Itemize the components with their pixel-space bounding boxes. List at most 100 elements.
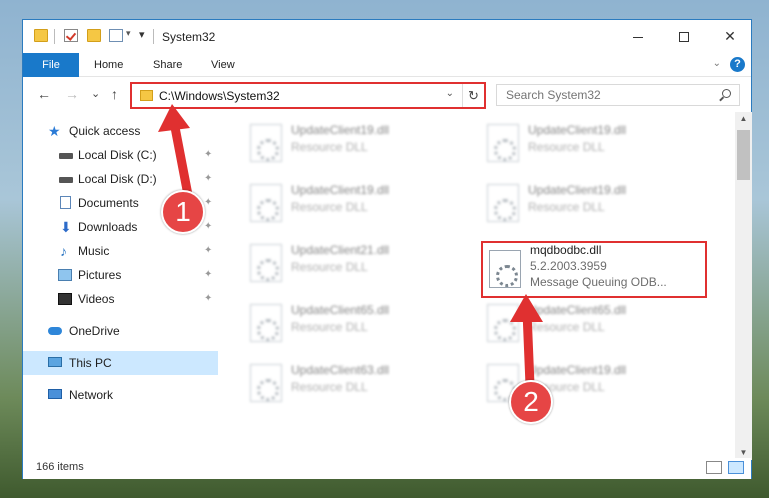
dll-file-icon — [250, 184, 282, 222]
search-input[interactable] — [497, 85, 707, 105]
folder-icon[interactable] — [34, 29, 48, 42]
item-count: 166 items — [36, 461, 84, 473]
ribbon-tabs: File Home Share View ⌄ ? — [23, 53, 751, 77]
help-icon[interactable]: ? — [730, 57, 745, 72]
sidebar-item-label: Network — [69, 388, 114, 402]
pin-icon[interactable]: ✦ — [204, 167, 212, 191]
expand-ribbon-icon[interactable]: ⌄ — [713, 58, 721, 69]
separator — [153, 29, 154, 44]
tab-share[interactable]: Share — [141, 53, 194, 77]
up-button[interactable]: ↑ — [111, 86, 118, 102]
new-folder-icon[interactable] — [87, 29, 101, 42]
videos-icon — [58, 293, 72, 305]
refresh-button[interactable]: ↻ — [462, 84, 484, 107]
forward-button[interactable]: → — [65, 86, 79, 102]
pin-icon[interactable]: ✦ — [204, 263, 212, 287]
file-tile[interactable]: UpdateClient63.dll Resource DLL — [244, 358, 474, 408]
file-name: UpdateClient21.dll — [291, 243, 390, 257]
maximize-button[interactable] — [661, 20, 707, 53]
file-tile[interactable]: UpdateClient19.dll Resource DLL — [244, 118, 474, 168]
address-row: ← → ⌄ ↑ C:\Windows\System32 ⌄ ↻ — [23, 78, 751, 112]
file-name: UpdateClient19.dll — [291, 183, 390, 197]
search-icon[interactable] — [722, 89, 731, 98]
pin-icon[interactable]: ✦ — [204, 239, 212, 263]
sidebar-item-this-pc[interactable]: This PC — [23, 351, 218, 375]
pin-icon[interactable]: ✦ — [204, 143, 212, 167]
file-tile[interactable]: UpdateClient65.dll Resource DLL — [481, 298, 711, 348]
quick-access-dropdown-icon[interactable]: ▾ — [139, 28, 145, 41]
chevron-down-icon[interactable]: ⌄ — [446, 88, 454, 99]
file-tile[interactable]: UpdateClient19.dll Resource DLL — [481, 118, 711, 168]
file-tile[interactable]: UpdateClient19.dll Resource DLL — [481, 178, 711, 228]
customize-view-icon[interactable] — [109, 29, 123, 42]
address-bar[interactable]: C:\Windows\System32 ⌄ ↻ — [130, 82, 486, 109]
details-view-icon[interactable] — [706, 461, 722, 474]
window-title: System32 — [162, 30, 216, 44]
minimize-button[interactable] — [615, 20, 661, 53]
tab-view[interactable]: View — [199, 53, 247, 77]
dll-file-icon — [250, 364, 282, 402]
separator — [54, 29, 55, 44]
file-tile[interactable]: UpdateClient65.dll Resource DLL — [244, 298, 474, 348]
sidebar-item-label: Pictures — [78, 268, 122, 282]
sidebar-item-quick-access[interactable]: ★ Quick access — [23, 119, 218, 143]
dll-file-icon — [487, 184, 519, 222]
pin-icon[interactable]: ✦ — [204, 215, 212, 239]
sidebar-item-label: OneDrive — [69, 324, 120, 338]
onedrive-icon — [48, 327, 62, 335]
file-type: Resource DLL — [291, 260, 368, 274]
vertical-scrollbar[interactable]: ▲ ▼ — [735, 112, 752, 460]
navigation-pane: ★ Quick access Local Disk (C:) ✦ Local D… — [23, 112, 218, 452]
sidebar-item-label: Documents — [78, 196, 139, 210]
sidebar-item-local-disk-d[interactable]: Local Disk (D:) ✦ — [23, 167, 218, 191]
sidebar-item-onedrive[interactable]: OneDrive — [23, 319, 218, 343]
address-path[interactable]: C:\Windows\System32 — [159, 89, 280, 103]
download-icon: ⬇ — [60, 219, 72, 235]
scroll-up-icon[interactable]: ▲ — [735, 112, 752, 126]
file-name: UpdateClient65.dll — [291, 303, 390, 317]
sidebar-item-local-disk-c[interactable]: Local Disk (C:) ✦ — [23, 143, 218, 167]
file-type: Resource DLL — [528, 140, 605, 154]
minimize-icon — [633, 36, 643, 38]
file-tile[interactable]: UpdateClient21.dll Resource DLL — [244, 238, 474, 288]
tiles-view-icon[interactable] — [728, 461, 744, 474]
scroll-thumb[interactable] — [737, 130, 750, 180]
step-2-badge: 2 — [509, 380, 553, 424]
tab-file[interactable]: File — [23, 53, 79, 77]
sidebar-item-music[interactable]: ♪ Music ✦ — [23, 239, 218, 263]
pictures-icon — [58, 269, 72, 281]
file-name: UpdateClient19.dll — [528, 123, 627, 137]
sidebar-item-network[interactable]: Network — [23, 383, 218, 407]
file-type: Resource DLL — [291, 320, 368, 334]
chevron-down-icon[interactable]: ▾ — [126, 28, 131, 39]
file-list: UpdateClient19.dll Resource DLL UpdateCl… — [218, 112, 735, 452]
recent-locations-button[interactable]: ⌄ — [91, 87, 100, 100]
file-name: UpdateClient19.dll — [528, 363, 627, 377]
file-type: Resource DLL — [528, 320, 605, 334]
search-box[interactable] — [496, 84, 740, 106]
file-tile[interactable]: UpdateClient19.dll Resource DLL — [244, 178, 474, 228]
sidebar-item-label: Local Disk (C:) — [78, 148, 157, 162]
properties-check-icon[interactable] — [64, 29, 78, 42]
back-button[interactable]: ← — [37, 86, 51, 102]
dll-file-icon — [487, 304, 519, 342]
drive-icon — [59, 153, 73, 159]
status-bar: 166 items — [23, 458, 751, 479]
close-button[interactable]: ✕ — [707, 20, 753, 53]
sidebar-item-videos[interactable]: Videos ✦ — [23, 287, 218, 311]
step-1-badge: 1 — [161, 190, 205, 234]
sidebar-item-pictures[interactable]: Pictures ✦ — [23, 263, 218, 287]
file-type: Resource DLL — [291, 200, 368, 214]
dll-file-icon — [487, 124, 519, 162]
sidebar-item-label: Downloads — [78, 220, 138, 234]
sidebar-item-label: This PC — [69, 356, 112, 370]
dll-file-icon — [250, 124, 282, 162]
highlight-box-target-file — [481, 241, 707, 298]
music-icon: ♪ — [60, 243, 67, 259]
pin-icon[interactable]: ✦ — [204, 287, 212, 311]
sidebar-item-label: Quick access — [69, 124, 141, 138]
pin-icon[interactable]: ✦ — [204, 191, 212, 215]
this-pc-icon — [48, 357, 62, 367]
sidebar-item-label: Videos — [78, 292, 115, 306]
tab-home[interactable]: Home — [82, 53, 135, 77]
